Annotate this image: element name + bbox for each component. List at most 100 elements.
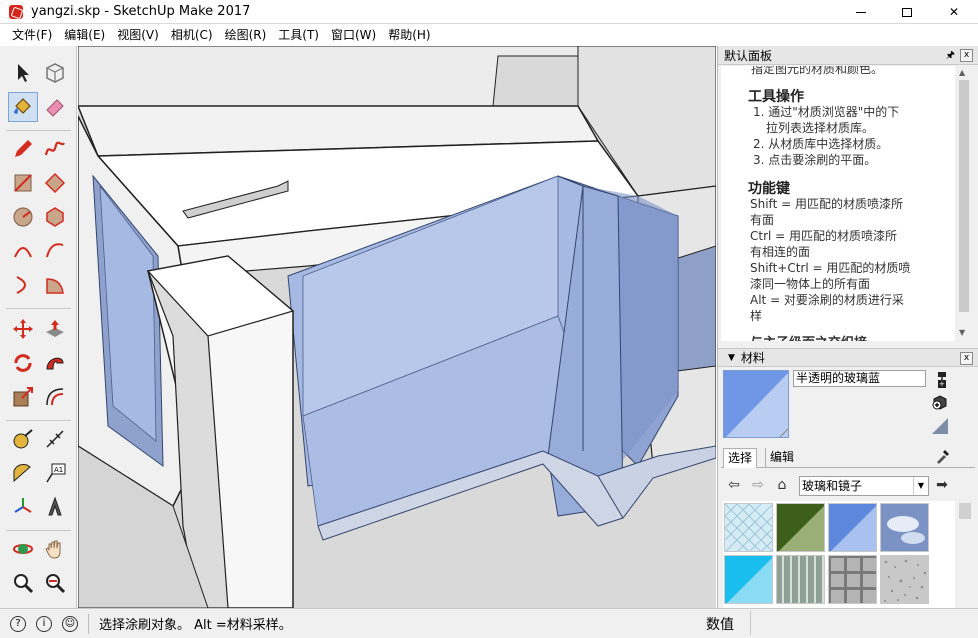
back-button[interactable]: ⇦ (725, 476, 743, 494)
material-name-field[interactable]: 半透明的玻璃蓝 (793, 370, 926, 387)
sample-paint-button[interactable] (930, 416, 950, 436)
materials-close-button[interactable]: x (960, 352, 973, 365)
user-icon[interactable]: ☺ (62, 615, 78, 632)
scroll-thumb[interactable] (959, 80, 969, 312)
orbit-tool-button[interactable] (8, 534, 38, 564)
window-title: yangzi.skp - SketchUp Make 2017 (31, 4, 251, 19)
instructor-line: 有相连的面 (750, 245, 811, 259)
svg-text:+: + (939, 380, 945, 388)
menu-help[interactable]: 帮助(H) (382, 25, 436, 46)
rotated-rectangle-icon (44, 172, 66, 194)
swatch-image (829, 504, 876, 551)
tape-measure-tool-button[interactable] (8, 424, 38, 454)
menu-view[interactable]: 视图(V) (111, 25, 165, 46)
minimize-button[interactable] (838, 0, 884, 24)
polygon-tool-button[interactable] (40, 202, 70, 232)
3d-text-tool-button[interactable] (40, 492, 70, 522)
axes-tool-button[interactable] (8, 492, 38, 522)
arc-3-tool-button[interactable] (8, 270, 38, 300)
instructor-line: Alt = 对要涂刷的材质进行采 (750, 293, 904, 307)
instructor-scrollbar[interactable]: ▲ ▼ (955, 66, 973, 341)
paint-bucket-icon (14, 98, 31, 114)
back-arrow-icon: ⇦ (728, 477, 740, 493)
sketchup-logo-icon (9, 4, 23, 19)
eraser-tool-button[interactable] (40, 92, 70, 122)
menu-draw[interactable]: 绘图(R) (219, 25, 273, 46)
swatch-green-glass[interactable] (776, 503, 825, 552)
collapse-icon[interactable]: ▼ (728, 353, 735, 363)
collection-dropdown[interactable]: 玻璃和镜子 ▼ (799, 476, 929, 496)
select-tool-button[interactable] (8, 58, 38, 88)
swatch-glass-diamond[interactable] (724, 503, 773, 552)
push-pull-tool-button[interactable] (40, 314, 70, 344)
tab-select[interactable]: 选择 (723, 448, 758, 468)
move-tool-button[interactable] (8, 314, 38, 344)
offset-icon (46, 388, 64, 406)
arc-2-tool-button[interactable] (40, 236, 70, 266)
text-tool-button[interactable]: A1 (40, 458, 70, 488)
materials-header[interactable]: ▼ 材料 x (718, 348, 978, 367)
menu-bar: 文件(F) 编辑(E) 视图(V) 相机(C) 绘图(R) 工具(T) 窗口(W… (0, 25, 978, 46)
rotated-rectangle-tool-button[interactable] (40, 168, 70, 198)
protractor-tool-button[interactable] (8, 458, 38, 488)
menu-window[interactable]: 窗口(W) (325, 25, 382, 46)
swatch-image (881, 556, 928, 603)
follow-me-tool-button[interactable] (40, 348, 70, 378)
circle-tool-button[interactable] (8, 202, 38, 232)
swatch-cyan-glass[interactable] (724, 555, 773, 604)
close-window-button[interactable]: ✕ (930, 0, 978, 24)
scroll-down-icon[interactable]: ▼ (959, 328, 965, 337)
forward-button[interactable]: ⇨ (749, 476, 767, 494)
rotate-tool-button[interactable] (8, 348, 38, 378)
swatch-sky-glass[interactable] (880, 503, 929, 552)
create-material-button[interactable] (930, 392, 950, 412)
swatch-grid-scrollbar[interactable] (956, 501, 974, 608)
freehand-tool-button[interactable] (40, 134, 70, 164)
swatch-frosted-glass[interactable] (880, 555, 929, 604)
tray-close-button[interactable]: x (960, 49, 973, 62)
instructor-line: 漆同一物体上的所有面 (750, 277, 871, 291)
paint-bucket-tool-button[interactable] (8, 92, 38, 122)
arc-tool-button[interactable] (8, 236, 38, 266)
eyedropper-button[interactable] (933, 446, 953, 466)
menu-camera[interactable]: 相机(C) (165, 25, 219, 46)
offset-tool-button[interactable] (40, 382, 70, 412)
zoom-extents-tool-button[interactable] (40, 568, 70, 598)
scale-tool-button[interactable] (8, 382, 38, 412)
push-pull-icon (46, 320, 64, 337)
close-icon: ✕ (948, 5, 960, 19)
swatch-ribbed-glass[interactable] (776, 555, 825, 604)
modeling-viewport[interactable] (78, 46, 716, 608)
scroll-up-icon[interactable]: ▲ (959, 68, 965, 77)
pie-tool-button[interactable] (40, 270, 70, 300)
scroll-thumb[interactable] (959, 503, 971, 519)
dimension-tool-button[interactable] (40, 424, 70, 454)
pin-icon[interactable]: 🖈 (946, 48, 955, 65)
menu-tools[interactable]: 工具(T) (272, 25, 325, 46)
swatch-image (881, 504, 928, 551)
component-icon (46, 63, 64, 83)
pencil-tool-button[interactable] (8, 134, 38, 164)
eraser-icon (46, 99, 64, 117)
maximize-button[interactable] (884, 0, 930, 24)
pan-tool-button[interactable] (40, 534, 70, 564)
status-message: 选择涂刷对象。 Alt =材料采样。 (99, 618, 292, 633)
collection-value: 玻璃和镜子 (802, 479, 863, 493)
swatch-blue-glass[interactable] (828, 503, 877, 552)
instructor-line: 2. 从材质库中选择材质。 (753, 137, 889, 151)
zoom-tool-button[interactable] (8, 568, 38, 598)
menu-edit[interactable]: 编辑(E) (58, 25, 111, 46)
details-button[interactable]: ➡ (933, 476, 951, 494)
swatch-image (725, 504, 772, 551)
component-tool-button[interactable] (40, 58, 70, 88)
tab-edit[interactable]: 编辑 (765, 448, 798, 468)
measurements-input[interactable] (750, 611, 975, 635)
tape-measure-icon (13, 429, 33, 449)
swatch-block-glass[interactable] (828, 555, 877, 604)
menu-file[interactable]: 文件(F) (6, 25, 58, 46)
credits-icon[interactable]: i (36, 615, 52, 632)
display-secondary-selection-button[interactable]: + (932, 370, 952, 390)
home-button[interactable]: ⌂ (773, 476, 791, 494)
geo-location-icon[interactable]: ? (10, 615, 26, 632)
rectangle-tool-button[interactable] (8, 168, 38, 198)
